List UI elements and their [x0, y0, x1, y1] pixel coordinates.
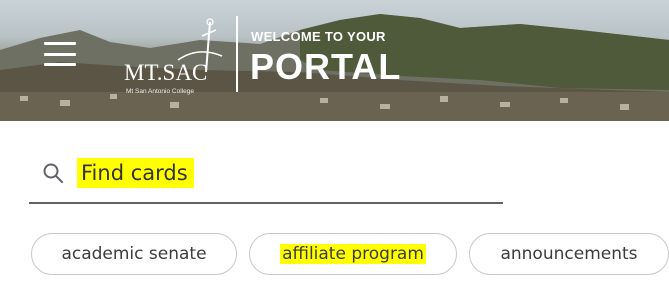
welcome-text: WELCOME TO YOUR — [251, 29, 386, 44]
chip-label: affiliate program — [280, 244, 426, 264]
mtsac-logo[interactable]: MT.SAC Mt San Antonio College — [118, 16, 238, 112]
logo-divider — [236, 16, 238, 92]
logo-subtitle: Mt San Antonio College — [126, 88, 194, 95]
chip-label: announcements — [500, 244, 638, 264]
hamburger-menu-icon[interactable] — [44, 42, 76, 66]
chip-label: academic senate — [61, 244, 207, 264]
chip-announcements[interactable]: announcements — [469, 233, 669, 275]
search-bar — [29, 144, 503, 204]
header-banner: MT.SAC Mt San Antonio College WELCOME TO… — [0, 0, 669, 121]
portal-title: PORTAL — [250, 46, 402, 87]
search-icon[interactable] — [41, 161, 65, 185]
chip-academic-senate[interactable]: academic senate — [31, 233, 237, 275]
logo-name: MT.SAC — [124, 60, 208, 85]
chip-affiliate-program[interactable]: affiliate program — [249, 233, 457, 275]
search-input[interactable] — [77, 158, 194, 188]
